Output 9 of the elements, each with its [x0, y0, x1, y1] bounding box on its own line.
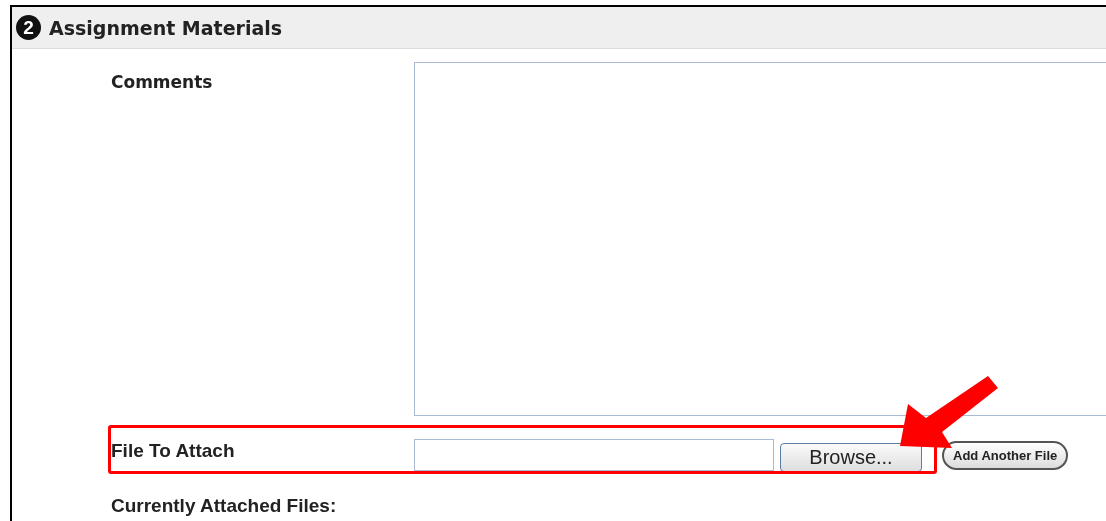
file-path-field[interactable] [414, 439, 774, 471]
add-another-file-button[interactable]: Add Another File [942, 440, 1069, 470]
field-label: Comments [111, 71, 214, 94]
comments-field[interactable] [414, 62, 1106, 416]
browse-button[interactable]: Browse... [780, 442, 922, 472]
step-number-badge: 2 [16, 15, 41, 40]
field-label: Currently Attached Files: [111, 495, 337, 517]
section-title: Assignment Materials [49, 16, 283, 39]
field-label: File To Attach [111, 440, 236, 462]
